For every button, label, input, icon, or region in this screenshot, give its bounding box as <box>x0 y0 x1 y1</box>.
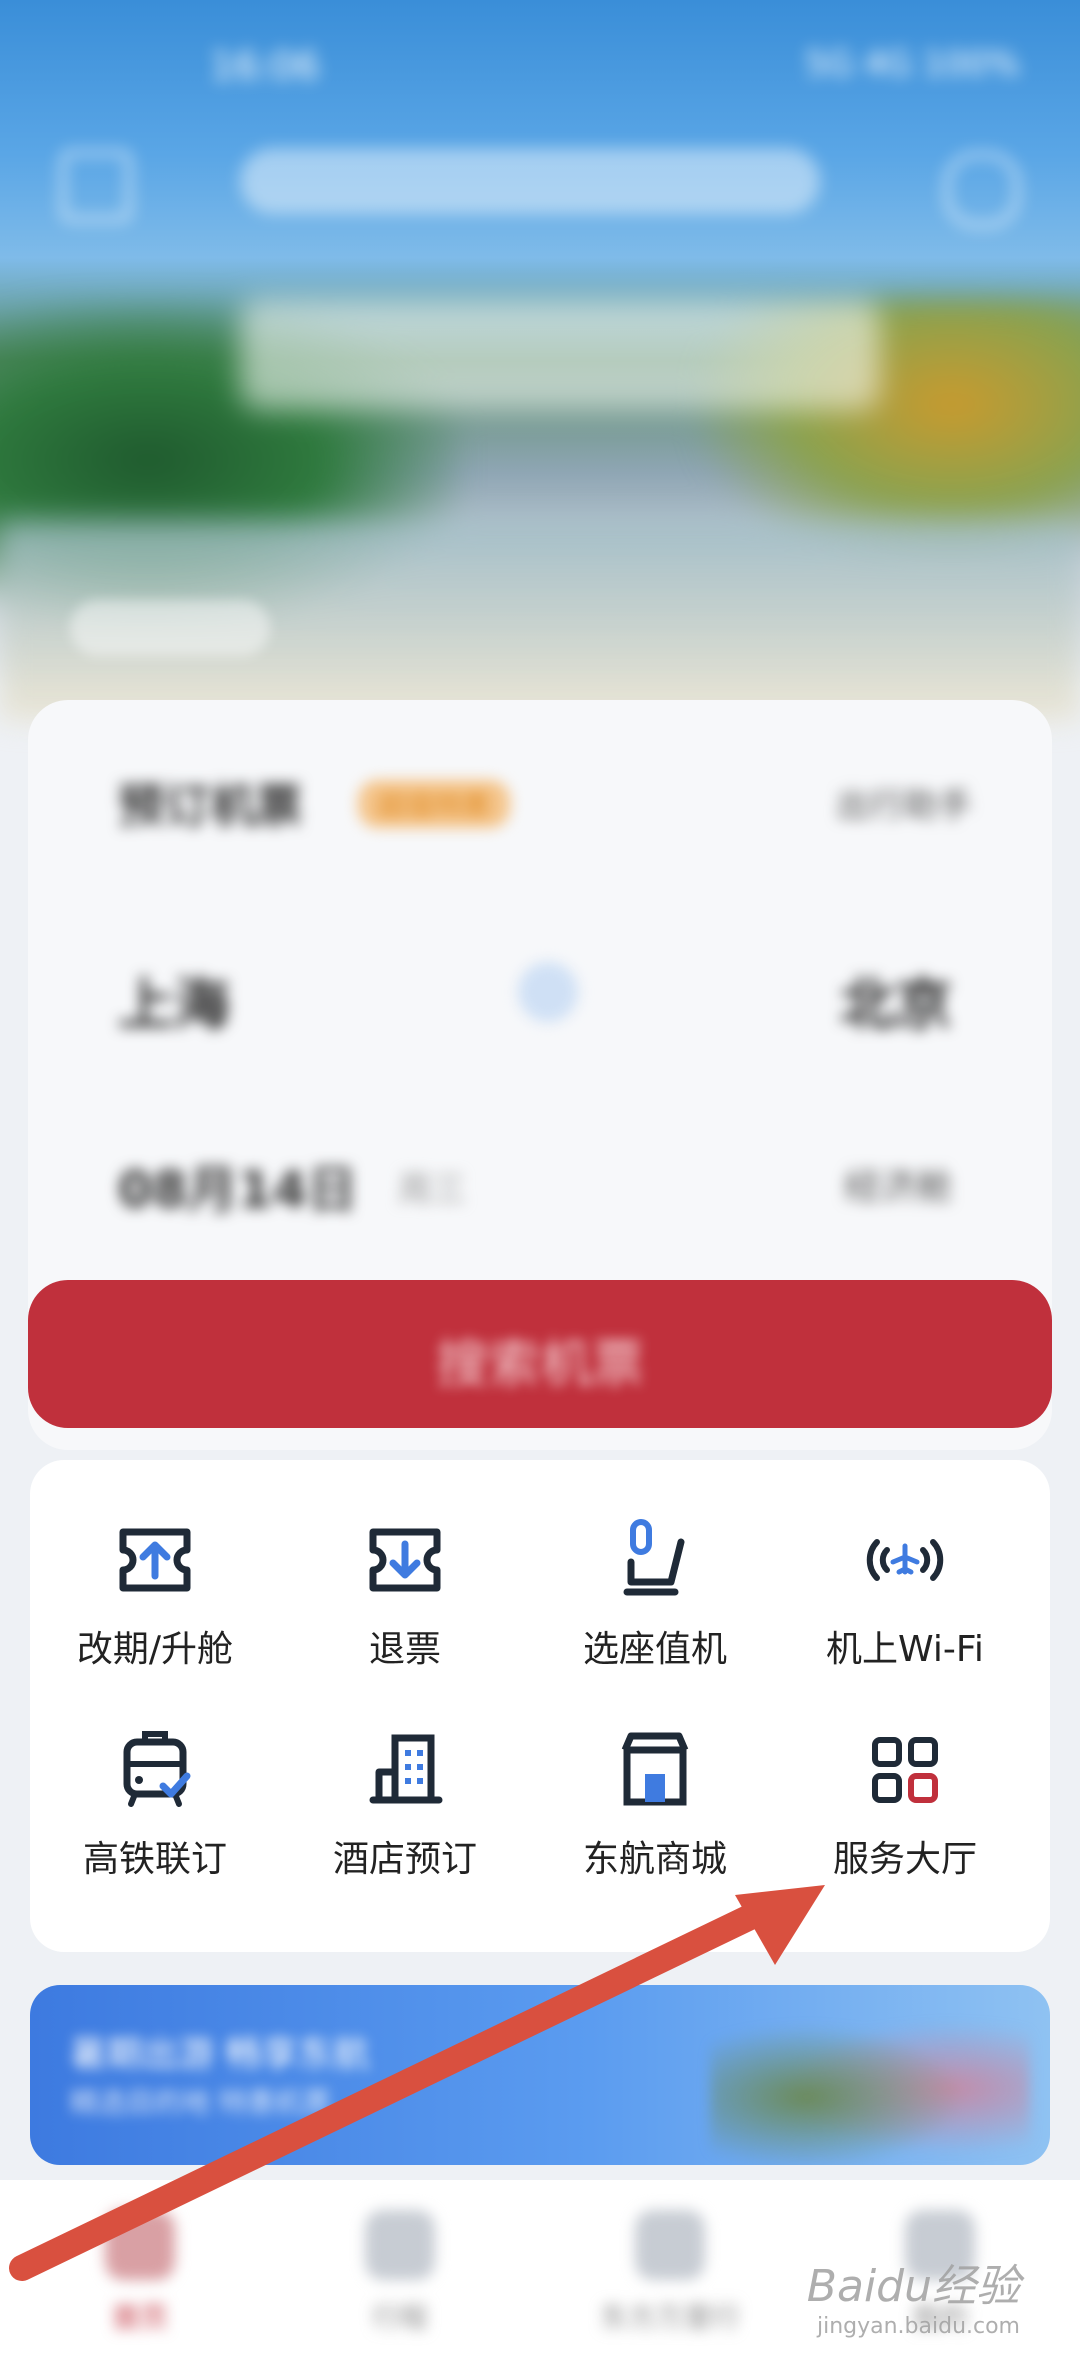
top-bar <box>0 130 1080 230</box>
app-screen: 16:06 5G 4G 100% 预订机票 超值特惠 出行助手 上海 北京 08… <box>0 0 1080 2376</box>
status-bar: 16:06 5G 4G 100% <box>0 30 1080 110</box>
grid-icon <box>872 1737 938 1803</box>
hotel-icon <box>369 1734 443 1804</box>
to-city[interactable]: 北京 <box>840 960 952 1041</box>
nav-label: 行程 <box>371 2301 428 2334</box>
nav-item-home[interactable]: 首页 <box>40 2210 240 2360</box>
services-grid: 改期/升舱 退票 选座值机 机上Wi-Fi 高铁联订 酒店预订 东航商城 服务大… <box>30 1460 1050 1952</box>
loyalty-icon <box>635 2210 705 2280</box>
booking-right-link[interactable]: 出行助手 <box>836 778 972 827</box>
service-train-booking[interactable]: 高铁联订 <box>30 1690 280 1890</box>
booking-badge: 超值特惠 <box>358 780 511 828</box>
service-label: 选座值机 <box>582 1629 727 1670</box>
departure-weekday: 周三 <box>398 1170 466 1210</box>
service-change-upgrade[interactable]: 改期/升舱 <box>30 1480 280 1680</box>
service-label: 机上Wi-Fi <box>826 1629 984 1670</box>
watermark-url: jingyan.baidu.com <box>816 2314 1020 2339</box>
service-refund[interactable]: 退票 <box>280 1480 530 1680</box>
nav-label: 首页 <box>111 2301 168 2334</box>
service-hall[interactable]: 服务大厅 <box>780 1690 1030 1890</box>
nav-item-loyalty[interactable]: 东方万里行 <box>570 2210 770 2360</box>
watermark-logo: Baidu经验 <box>806 2261 1020 2312</box>
promo-title: 暑期出游 畅享东航 <box>70 2034 370 2075</box>
store-icon <box>621 1732 689 1806</box>
search-flights-button[interactable]: 搜索机票 <box>28 1280 1052 1428</box>
service-label: 改期/升舱 <box>76 1629 234 1670</box>
swap-icon[interactable] <box>518 962 578 1022</box>
search-flights-label: 搜索机票 <box>435 1335 644 1395</box>
promo-subtitle: 精选目的地 特惠机票 <box>70 2086 331 2119</box>
seat-icon <box>623 1519 685 1596</box>
menu-icon[interactable] <box>60 150 132 222</box>
home-icon <box>105 2210 175 2280</box>
search-input[interactable] <box>240 148 820 214</box>
service-inflight-wifi[interactable]: 机上Wi-Fi <box>780 1480 1030 1680</box>
promo-content: 暑期出游 畅享东航 精选目的地 特惠机票 <box>30 1985 1050 2165</box>
cabin-class[interactable]: 经济舱 <box>844 1158 952 1210</box>
promo-banner[interactable]: 暑期出游 畅享东航 精选目的地 特惠机票 <box>30 1985 1050 2165</box>
nav-label: 东方万里行 <box>599 2301 740 2334</box>
plane-wifi-icon <box>866 1539 944 1581</box>
departure-date[interactable]: 08月14日 <box>118 1150 357 1222</box>
promo-image <box>710 1995 1030 2165</box>
status-icons: 5G 4G 100% <box>805 44 1020 84</box>
trips-icon <box>365 2210 435 2280</box>
train-icon <box>123 1731 191 1807</box>
service-label: 高铁联订 <box>82 1839 227 1880</box>
from-city[interactable]: 上海 <box>118 960 230 1041</box>
service-seat-checkin[interactable]: 选座值机 <box>530 1480 780 1680</box>
ticket-down-icon <box>369 1528 441 1592</box>
booking-title[interactable]: 预订机票 <box>118 770 302 836</box>
service-label: 服务大厅 <box>832 1839 977 1880</box>
service-label: 东航商城 <box>582 1839 727 1880</box>
hero-banner-text <box>240 300 880 410</box>
service-label: 退票 <box>368 1629 441 1670</box>
hero-tag[interactable] <box>70 600 270 656</box>
service-label: 酒店预订 <box>332 1839 477 1880</box>
nav-item-trips[interactable]: 行程 <box>300 2210 500 2360</box>
watermark: Baidu经验 jingyan.baidu.com <box>807 2250 1020 2339</box>
customer-service-icon[interactable] <box>944 152 1020 228</box>
service-hotel-booking[interactable]: 酒店预订 <box>280 1690 530 1890</box>
service-mall[interactable]: 东航商城 <box>530 1690 780 1890</box>
ticket-up-icon <box>119 1528 191 1592</box>
status-time: 16:06 <box>210 44 320 88</box>
